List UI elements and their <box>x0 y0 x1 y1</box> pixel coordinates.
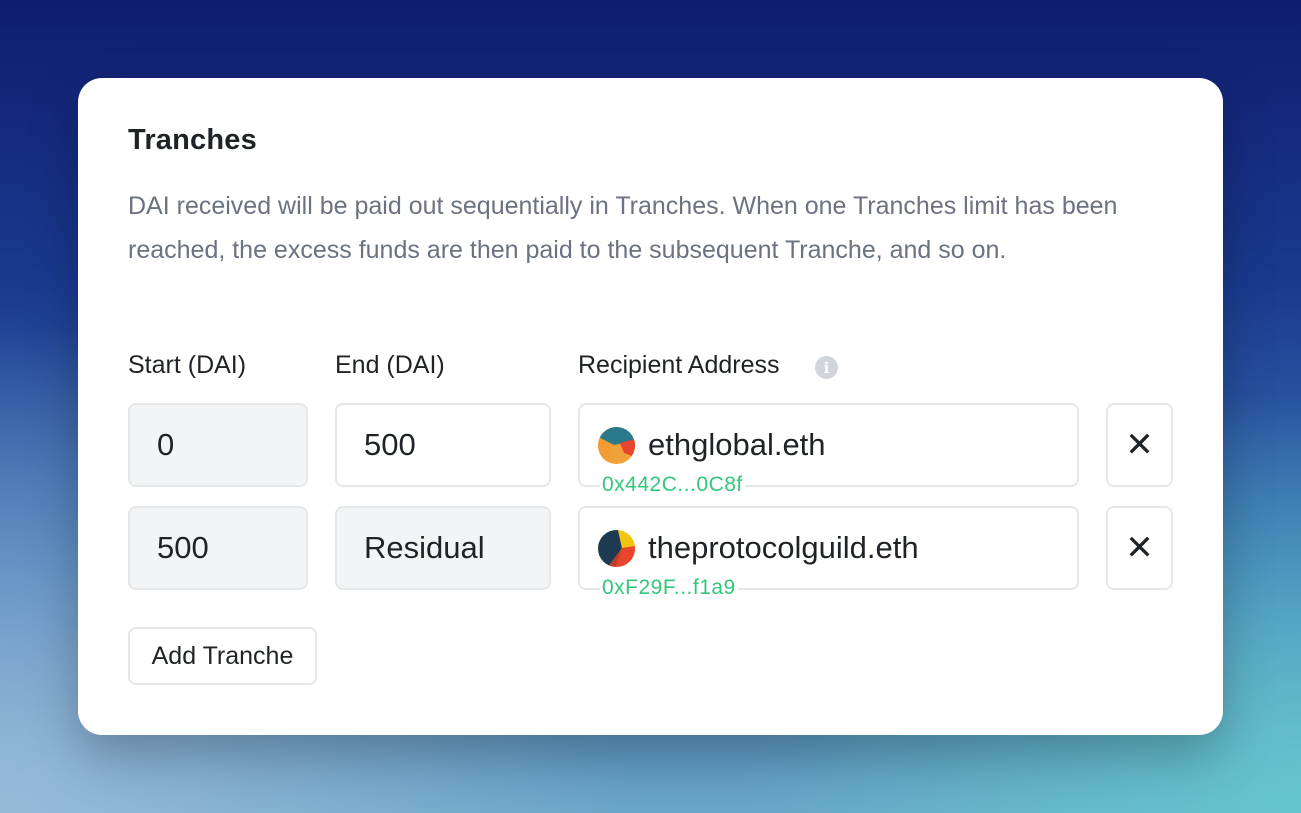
info-icon[interactable]: i <box>815 356 838 379</box>
tranche-2-start-field: 500 <box>128 506 308 590</box>
add-tranche-button[interactable]: Add Tranche <box>128 627 317 685</box>
tranche-1-ens-name: ethglobal.eth <box>648 427 826 462</box>
tranche-2-ens-name: theprotocolguild.eth <box>648 530 919 565</box>
start-column-label: Start (DAI) <box>128 351 247 379</box>
protocolguild-avatar-icon <box>598 530 635 567</box>
recipient-column-label: Recipient Address <box>578 351 780 379</box>
tranche-2-remove-button[interactable]: ✕ <box>1106 506 1173 590</box>
tranche-2-address: 0xF29F...f1a9 <box>600 576 738 600</box>
close-icon: ✕ <box>1125 529 1154 567</box>
end-column-label: End (DAI) <box>335 351 445 379</box>
tranches-card: Tranches DAI received will be paid out s… <box>78 78 1223 735</box>
tranche-1-end-input[interactable]: 500 <box>335 403 551 487</box>
card-description: DAI received will be paid out sequential… <box>128 192 1118 264</box>
tranche-2-recipient-input[interactable]: theprotocolguild.eth 0xF29F...f1a9 <box>578 506 1079 600</box>
ethglobal-avatar-icon <box>598 427 635 464</box>
tranche-1-recipient-input[interactable]: ethglobal.eth 0x442C...0C8f <box>578 403 1079 497</box>
tranche-1-remove-button[interactable]: ✕ <box>1106 403 1173 487</box>
close-icon: ✕ <box>1125 426 1154 464</box>
tranche-1-address: 0x442C...0C8f <box>600 473 745 497</box>
tranche-1-start-field: 0 <box>128 403 308 487</box>
card-title: Tranches <box>128 124 257 156</box>
tranche-2-end-field: Residual <box>335 506 551 590</box>
